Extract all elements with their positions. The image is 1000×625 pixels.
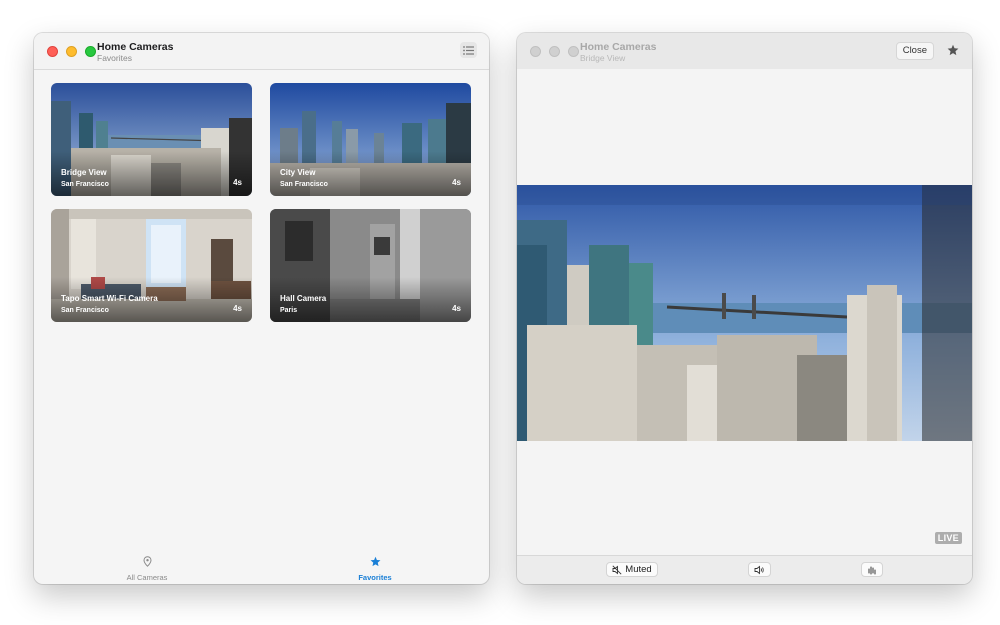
camera-tile-bridge-view[interactable]: Bridge View San Francisco 4s <box>51 83 252 196</box>
snapshot-age: 4s <box>233 304 242 313</box>
camera-location: Paris <box>280 307 298 314</box>
star-icon <box>370 556 380 567</box>
speaker-icon <box>754 565 764 574</box>
speaker-slash-icon <box>612 564 622 575</box>
camera-name: City View <box>280 168 316 177</box>
snapshot-age: 4s <box>452 178 461 187</box>
camera-list-window: Home Cameras Favorites Bridge View San F… <box>34 33 489 584</box>
camera-tile-tapo-smart-wifi-camera[interactable]: Tapo Smart Wi-Fi Camera San Francisco 4s <box>51 209 252 322</box>
talk-button[interactable] <box>861 562 883 577</box>
titlebar: Home Cameras Favorites <box>34 33 489 70</box>
camera-location: San Francisco <box>61 307 109 314</box>
close-window-button[interactable] <box>47 46 58 57</box>
tab-all-cameras[interactable]: All Cameras <box>97 554 197 582</box>
camera-location: San Francisco <box>280 181 328 188</box>
live-badge: LIVE <box>934 532 962 544</box>
camera-location: San Francisco <box>61 181 109 188</box>
camera-name: Bridge View <box>61 168 107 177</box>
window-title: Home Cameras <box>580 41 657 53</box>
close-button[interactable]: Close <box>895 42 934 60</box>
playback-controls: Muted <box>517 555 972 584</box>
star-icon <box>947 44 959 56</box>
camera-feed-image <box>517 185 972 441</box>
zoom-window-button[interactable] <box>568 46 579 57</box>
window-subtitle: Bridge View <box>580 53 626 63</box>
camera-tile-hall-camera[interactable]: Hall Camera Paris 4s <box>270 209 471 322</box>
minimize-window-button[interactable] <box>66 46 77 57</box>
snapshot-age: 4s <box>233 178 242 187</box>
window-title: Home Cameras <box>97 41 174 53</box>
list-icon <box>463 45 474 55</box>
mute-toggle-button[interactable]: Muted <box>606 562 658 577</box>
tab-label: Favorites <box>358 573 392 582</box>
window-controls <box>47 46 96 57</box>
camera-name: Tapo Smart Wi-Fi Camera <box>61 294 158 303</box>
live-video-feed[interactable] <box>517 185 972 441</box>
window-controls <box>530 46 579 57</box>
waveform-icon <box>868 566 875 574</box>
tab-label: All Cameras <box>126 573 168 582</box>
list-view-button[interactable] <box>460 42 477 58</box>
location-pin-icon <box>142 556 152 567</box>
camera-name: Hall Camera <box>280 294 327 303</box>
camera-detail-window: Home Cameras Bridge View Close LIVE Mute… <box>517 33 972 584</box>
volume-button[interactable] <box>748 562 771 577</box>
minimize-window-button[interactable] <box>549 46 560 57</box>
titlebar: Home Cameras Bridge View Close <box>517 33 972 70</box>
tab-bar: All Cameras Favorites <box>34 550 489 584</box>
close-window-button[interactable] <box>530 46 541 57</box>
favorite-button[interactable] <box>945 42 961 58</box>
zoom-window-button[interactable] <box>85 46 96 57</box>
snapshot-age: 4s <box>452 304 461 313</box>
video-area: LIVE <box>517 69 972 556</box>
window-subtitle: Favorites <box>97 53 132 63</box>
tab-favorites[interactable]: Favorites <box>325 554 425 582</box>
mute-label: Muted <box>625 564 652 575</box>
camera-tile-city-view[interactable]: City View San Francisco 4s <box>270 83 471 196</box>
